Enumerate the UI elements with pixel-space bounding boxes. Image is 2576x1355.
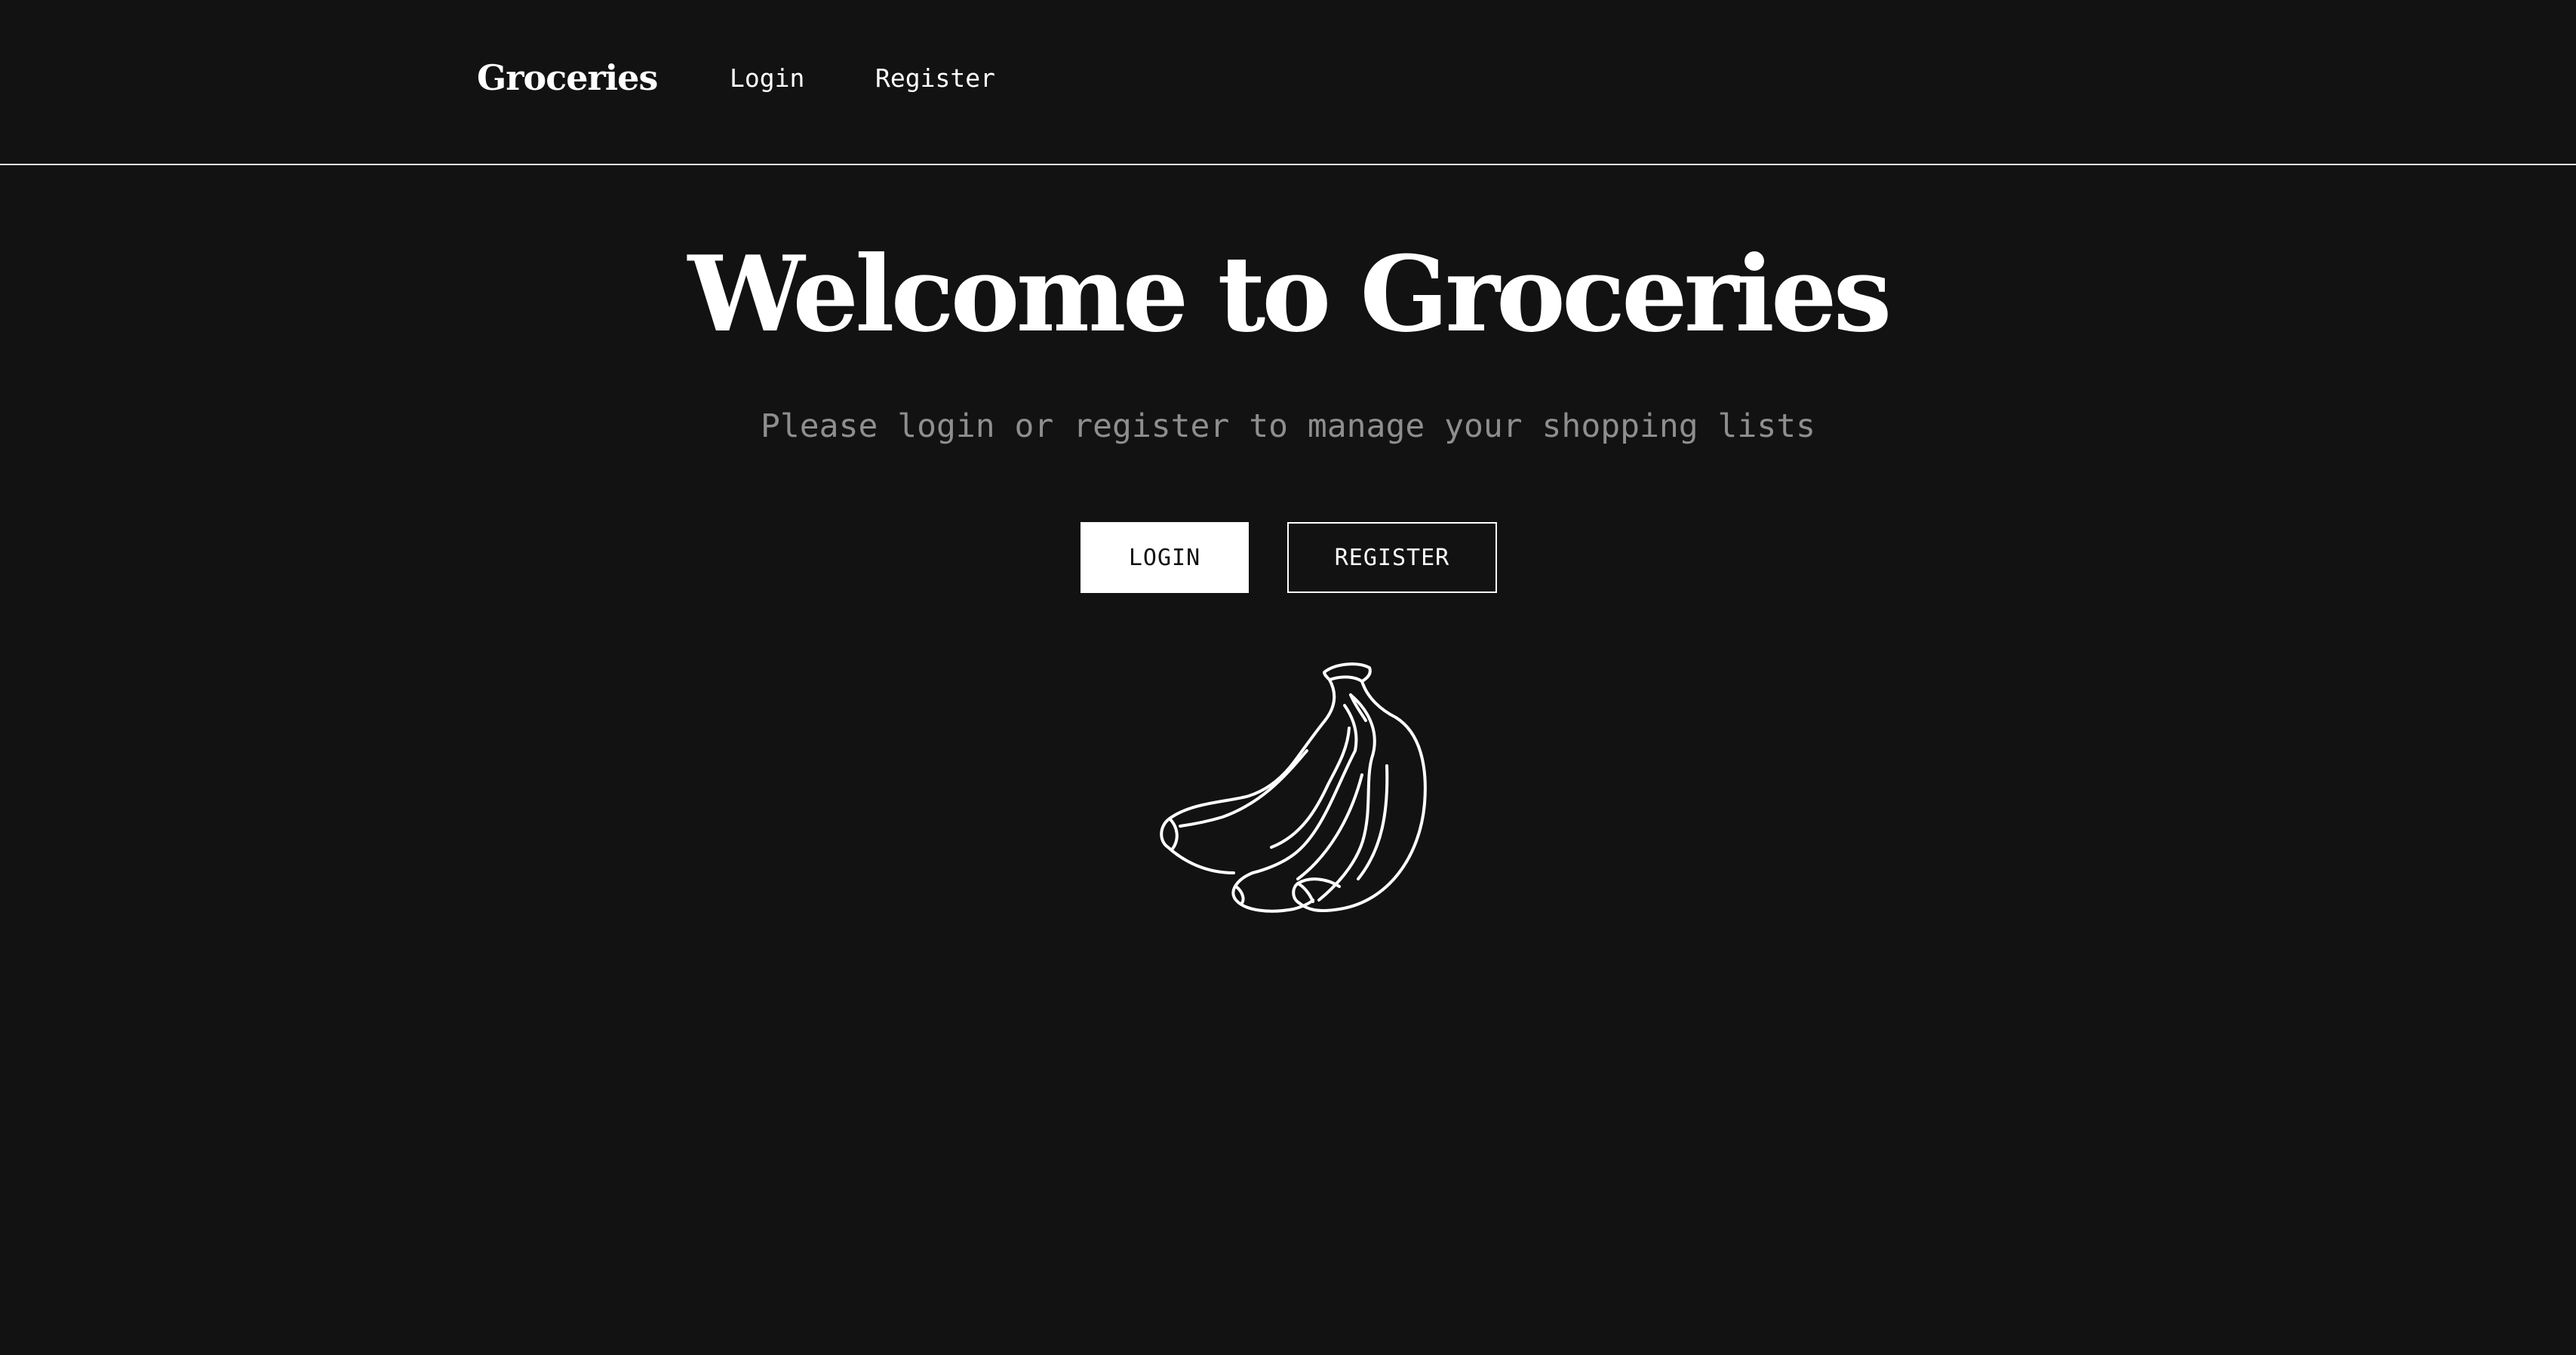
nav-register-link[interactable]: Register (875, 62, 995, 95)
top-navbar: Groceries Login Register (0, 0, 2576, 165)
page: Groceries Login Register Welcome to Groc… (0, 0, 2576, 1355)
nav-login-link[interactable]: Login (730, 62, 804, 95)
brand-logo[interactable]: Groceries (477, 51, 658, 105)
hero-subtitle: Please login or register to manage your … (761, 407, 1815, 445)
login-button[interactable]: LOGIN (1081, 522, 1249, 593)
banana-bunch-icon (1132, 660, 1449, 969)
register-button[interactable]: REGISTER (1287, 522, 1497, 593)
hero-title: Welcome to Groceries (687, 232, 1892, 355)
